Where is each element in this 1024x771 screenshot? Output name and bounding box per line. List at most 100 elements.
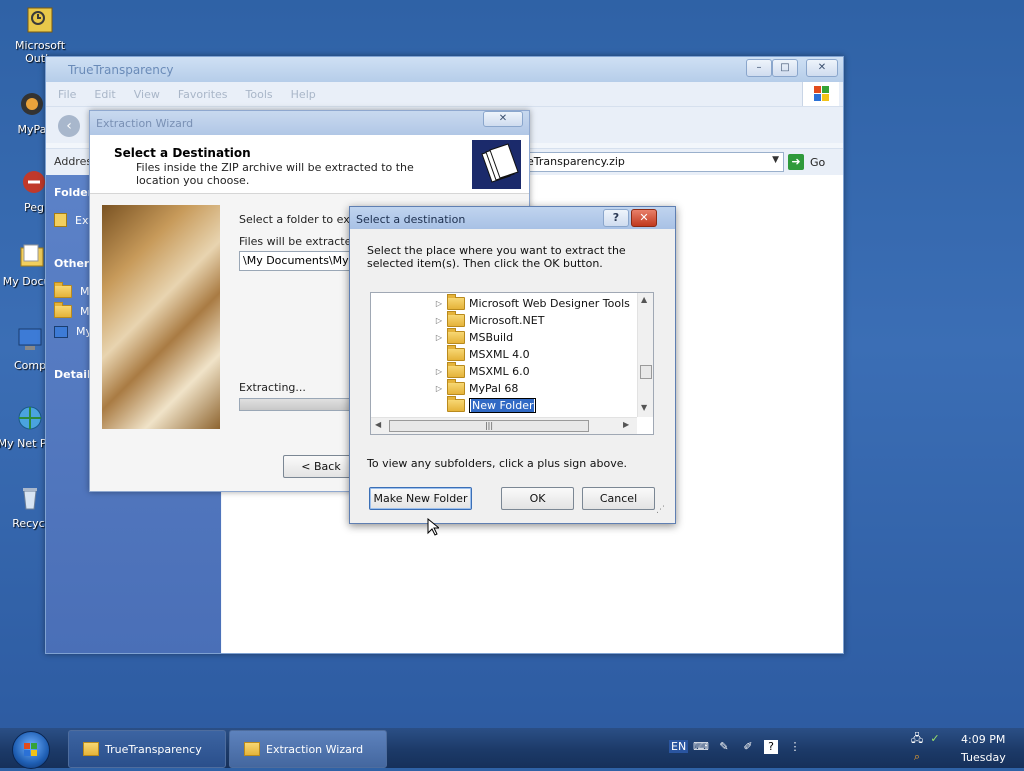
dialog-close-button[interactable]: ✕	[631, 209, 657, 227]
subfolder-hint: To view any subfolders, click a plus sig…	[367, 457, 627, 470]
folder-icon	[244, 742, 260, 756]
expand-arrow-icon[interactable]: ▷	[433, 333, 445, 342]
tree-item-label: Microsoft.NET	[469, 314, 545, 327]
folder-section-title[interactable]: Folder	[54, 186, 93, 199]
back-button[interactable]: < Back	[283, 455, 359, 478]
menu-file[interactable]: File	[58, 88, 76, 101]
dialog-title: Select a destination	[356, 213, 466, 226]
documents-icon	[54, 302, 72, 318]
menu-edit[interactable]: Edit	[94, 88, 115, 101]
tree-item-label: MSXML 4.0	[469, 348, 530, 361]
taskbar-button-extraction-wizard[interactable]: Extraction Wizard	[229, 730, 387, 768]
zip-folder-icon	[83, 742, 99, 756]
start-button[interactable]	[12, 731, 50, 769]
wizard-title: Extraction Wizard	[96, 117, 194, 130]
clock-day[interactable]: Tuesday	[961, 751, 1006, 764]
expand-arrow-icon[interactable]: ▷	[433, 299, 445, 308]
horizontal-scroll-thumb[interactable]: |||	[389, 420, 589, 432]
pen-icon[interactable]: ✎	[717, 740, 731, 754]
folder-icon	[447, 294, 465, 310]
other-item-3[interactable]: My	[54, 325, 92, 338]
keyboard-icon[interactable]: ⌨	[693, 740, 709, 754]
menu-bar: File Edit View Favorites Tools Help	[46, 82, 843, 106]
address-label: Addres	[54, 155, 93, 168]
task-label: Extraction Wizard	[266, 742, 364, 756]
folder-tree[interactable]: ▷ Microsoft Web Designer Tools ▷ Microso…	[370, 292, 654, 435]
menu-view[interactable]: View	[134, 88, 160, 101]
menu-help[interactable]: Help	[291, 88, 316, 101]
network-globe-icon	[14, 402, 46, 434]
maximize-button[interactable]: □	[772, 59, 798, 77]
folder-icon	[16, 240, 48, 272]
tree-item[interactable]: MSXML 4.0	[433, 345, 530, 363]
destination-path-input[interactable]: \My Documents\My Do	[239, 251, 364, 271]
wizard-header: Select a Destination Files inside the ZI…	[90, 135, 529, 194]
expand-arrow-icon[interactable]: ▷	[433, 384, 445, 393]
safely-remove-icon[interactable]: ✓	[928, 732, 942, 746]
language-indicator[interactable]: EN	[669, 740, 689, 753]
scroll-right-icon[interactable]: ▶	[623, 420, 629, 429]
back-arrow-icon[interactable]: ‹	[58, 115, 80, 137]
go-button[interactable]: ➜ Go	[788, 152, 825, 172]
tree-item-label: Microsoft Web Designer Tools	[469, 297, 630, 310]
vertical-scrollbar[interactable]: ▲ ▼	[637, 293, 653, 417]
folder-icon	[447, 311, 465, 327]
taskbar-button-truetransparency[interactable]: TrueTransparency	[68, 730, 226, 768]
tree-item[interactable]: ▷ Microsoft Web Designer Tools	[433, 294, 630, 312]
tree-item[interactable]: ▷ MSXML 6.0	[433, 362, 530, 380]
horizontal-scrollbar[interactable]: ◀ ||| ▶	[371, 417, 637, 434]
wizard-titlebar[interactable]: Extraction Wizard	[90, 111, 529, 135]
scroll-up-icon[interactable]: ▲	[641, 295, 647, 304]
wizard-header-subtitle: Files inside the ZIP archive will be ext…	[136, 161, 414, 187]
folder-item[interactable]: Ext	[54, 213, 93, 227]
scroll-thumb[interactable]	[640, 365, 652, 379]
new-folder-name-input[interactable]: New Folder	[469, 398, 537, 413]
go-label: Go	[810, 155, 826, 169]
cancel-button[interactable]: Cancel	[582, 487, 655, 510]
zip-icon	[54, 213, 67, 227]
tree-item[interactable]: ▷ MyPal 68	[433, 379, 519, 397]
outlook-icon	[24, 4, 56, 36]
wizard-side-image	[102, 205, 220, 429]
expand-arrow-icon[interactable]: ▷	[433, 367, 445, 376]
window-title: TrueTransparency	[68, 62, 174, 77]
tree-item[interactable]: ▷ MSBuild	[433, 328, 514, 346]
extracting-label: Extracting...	[239, 381, 306, 394]
search-icon[interactable]: ⌕	[910, 750, 924, 764]
computer-icon	[14, 324, 46, 356]
chevron-down-icon[interactable]: ▼	[772, 155, 779, 165]
menu-tools[interactable]: Tools	[246, 88, 273, 101]
tree-item-new-folder[interactable]: New Folder	[433, 396, 537, 414]
help-button[interactable]: ?	[603, 209, 629, 227]
clock-time[interactable]: 4:09 PM	[961, 733, 1005, 746]
wizard-close-button[interactable]: ✕	[483, 111, 523, 127]
close-button[interactable]: ✕	[806, 59, 838, 77]
network-icon[interactable]: 🖧	[910, 732, 924, 746]
menu-favorites[interactable]: Favorites	[178, 88, 228, 101]
explorer-titlebar[interactable]: TrueTransparency	[46, 57, 843, 82]
scroll-left-icon[interactable]: ◀	[375, 420, 381, 429]
scroll-down-icon[interactable]: ▼	[641, 403, 647, 412]
mouse-cursor-icon	[427, 517, 441, 539]
dialog-instructions: Select the place where you want to extra…	[367, 244, 626, 270]
mypal-icon	[16, 88, 48, 120]
folder-icon	[447, 362, 465, 378]
address-input[interactable]: eTransparency.zip ▼	[522, 152, 784, 172]
help-icon[interactable]: ?	[764, 740, 778, 754]
address-value: eTransparency.zip	[527, 155, 625, 168]
minimize-button[interactable]: –	[746, 59, 772, 77]
tree-item[interactable]: ▷ Microsoft.NET	[433, 311, 545, 329]
handwriting-icon[interactable]: ✐	[741, 740, 755, 754]
make-new-folder-button[interactable]: Make New Folder	[369, 487, 472, 510]
tree-item-label: MSBuild	[469, 331, 514, 344]
tree-item-label: MyPal 68	[469, 382, 519, 395]
options-icon[interactable]: ⋮	[788, 740, 802, 754]
resize-grip-icon[interactable]: ⋰	[656, 505, 665, 515]
recycle-bin-icon	[14, 482, 46, 514]
go-arrow-icon: ➜	[788, 154, 804, 170]
ok-button[interactable]: OK	[501, 487, 574, 510]
folders-graphic-icon	[472, 140, 521, 189]
wizard-header-title: Select a Destination	[114, 146, 251, 160]
folder-icon	[447, 396, 465, 412]
expand-arrow-icon[interactable]: ▷	[433, 316, 445, 325]
